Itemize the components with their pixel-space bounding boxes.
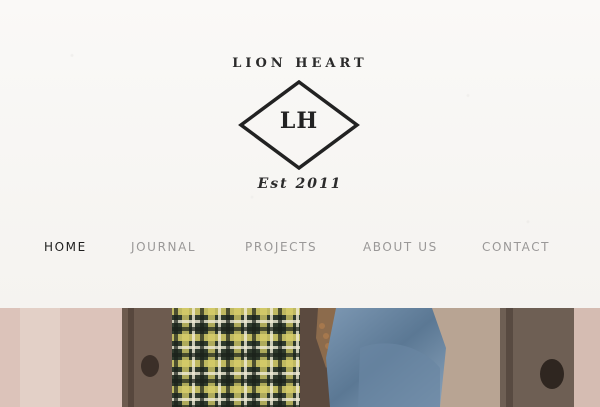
hero-photo [0,308,600,407]
brand-name: LION HEART [232,56,368,71]
nav-contact[interactable]: CONTACT [482,240,550,254]
hero-photo-illustration [0,308,600,407]
nav-projects[interactable]: PROJECTS [245,240,317,254]
nav-journal[interactable]: JOURNAL [131,240,196,254]
nav-home[interactable]: HOME [44,240,87,254]
nav-about-us[interactable]: ABOUT US [363,240,438,254]
main-navigation: HOME JOURNAL PROJECTS ABOUT US CONTACT [0,240,600,256]
logo-monogram: LH [279,108,319,134]
established-year: Est 2011 [257,176,343,192]
